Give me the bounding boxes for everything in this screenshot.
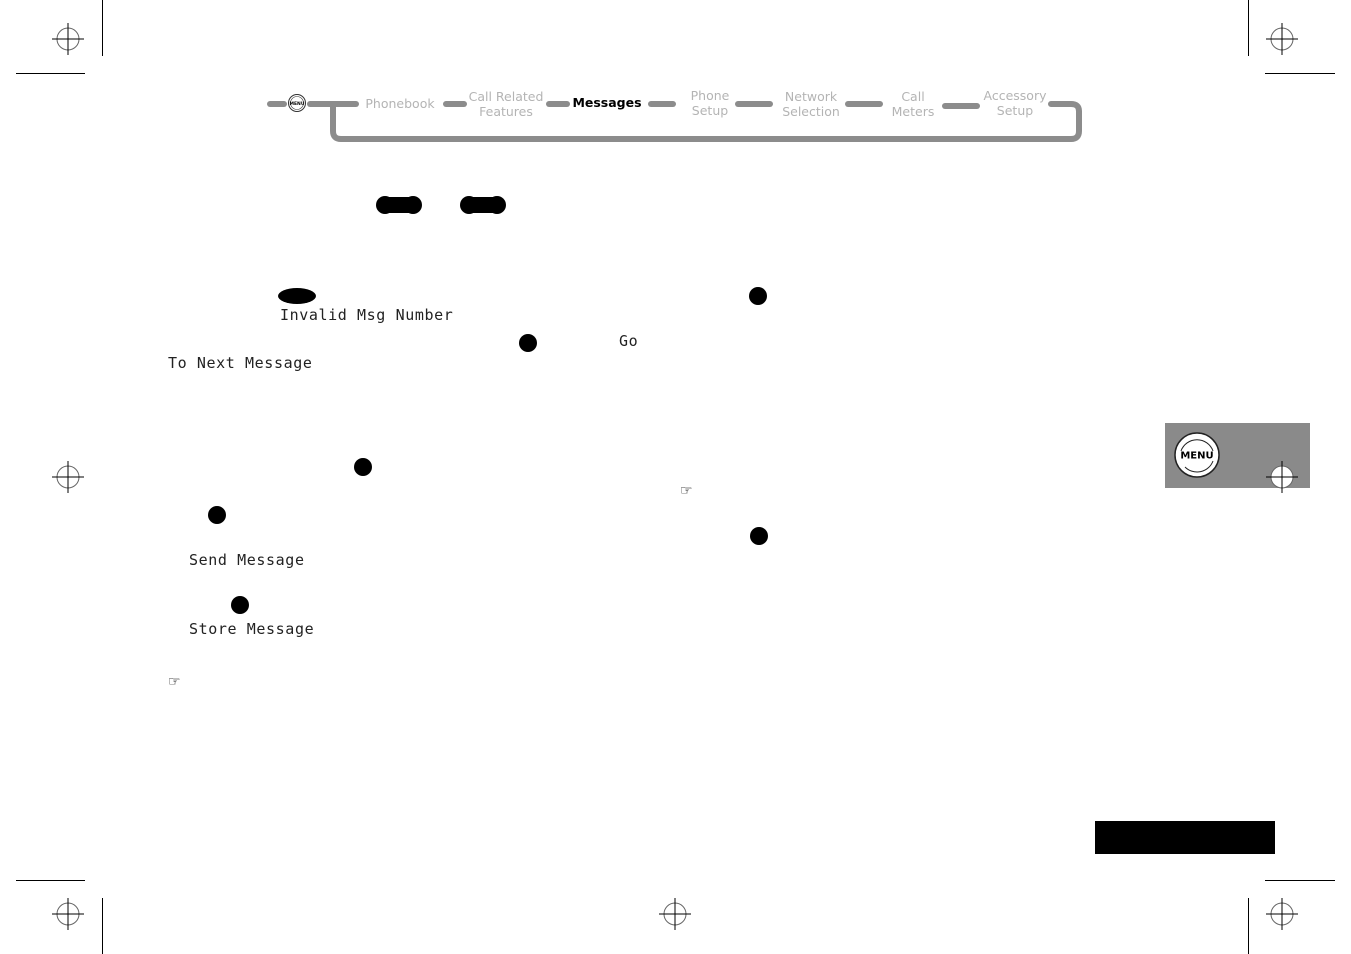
nav-connector <box>845 101 883 107</box>
nav-item-call-meters[interactable]: Call Meters <box>892 89 935 119</box>
scroll-key-icon <box>460 196 506 214</box>
crop-mark-bl-h <box>16 880 85 881</box>
crop-mark-br-v <box>1248 898 1249 954</box>
display-text-go: Go <box>619 332 639 350</box>
key-dot-icon <box>750 527 768 545</box>
menu-icon[interactable]: MENU <box>287 93 307 113</box>
nav-connector <box>443 101 467 107</box>
menu-key-icon: MENU <box>1174 432 1220 478</box>
key-dot-icon <box>231 596 249 614</box>
crop-mark-tl-v <box>102 0 103 56</box>
nav-connector <box>546 101 570 107</box>
note-pointing-hand-icon: ☞ <box>680 483 693 499</box>
svg-text:MENU: MENU <box>290 101 305 107</box>
crop-mark-bl-v <box>102 898 103 954</box>
scroll-key-icon <box>376 196 422 214</box>
nav-connector <box>942 103 980 109</box>
nav-connector <box>735 101 773 107</box>
key-dot-icon <box>749 287 767 305</box>
registration-mark-icon <box>52 461 84 493</box>
display-text-send-message: Send Message <box>189 551 305 569</box>
crop-mark-tr-v <box>1248 0 1249 56</box>
crop-mark-tr-h <box>1265 73 1335 74</box>
nav-item-network-selection[interactable]: Network Selection <box>782 89 840 119</box>
key-dot-icon <box>354 458 372 476</box>
nav-item-messages[interactable]: Messages <box>572 95 641 110</box>
crop-mark-tl-h <box>16 73 85 74</box>
nav-item-phonebook[interactable]: Phonebook <box>365 96 434 111</box>
registration-mark-icon <box>1266 23 1298 55</box>
nav-item-accessory-setup[interactable]: Accessory Setup <box>984 88 1047 118</box>
registration-mark-icon <box>52 23 84 55</box>
svg-text:MENU: MENU <box>1180 451 1213 462</box>
registration-mark-icon <box>1266 461 1298 493</box>
oval-key-icon <box>278 288 316 304</box>
nav-item-phone-setup[interactable]: Phone Setup <box>691 88 730 118</box>
display-text-invalid-msg: Invalid Msg Number <box>280 306 454 324</box>
display-text-store-message: Store Message <box>189 620 315 638</box>
registration-mark-icon <box>52 898 84 930</box>
key-dot-icon <box>208 506 226 524</box>
nav-connector <box>648 101 676 107</box>
key-dot-icon <box>519 334 537 352</box>
nav-item-call-related-features[interactable]: Call Related Features <box>469 89 544 119</box>
crop-mark-br-h <box>1265 880 1335 881</box>
display-text-to-next-message: To Next Message <box>168 354 313 372</box>
note-pointing-hand-icon: ☞ <box>168 674 181 690</box>
registration-mark-icon <box>659 898 691 930</box>
registration-mark-icon <box>1266 898 1298 930</box>
page-footer-block <box>1095 821 1275 854</box>
